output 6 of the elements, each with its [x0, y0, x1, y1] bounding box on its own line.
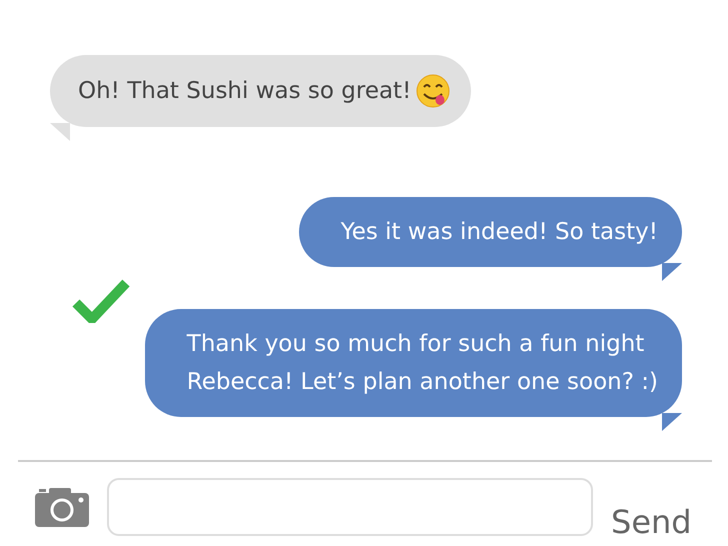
message-text: Thank you so much for such a fun night Rebecca! Let’s plan another one soon? :)	[186, 330, 658, 397]
message-text: Yes it was indeed! So tasty!	[340, 218, 658, 247]
camera-icon[interactable]	[35, 487, 89, 527]
send-button[interactable]: Send	[611, 503, 692, 541]
message-text: Oh! That Sushi was so great!	[78, 77, 412, 106]
message-input-field[interactable]	[107, 478, 593, 536]
